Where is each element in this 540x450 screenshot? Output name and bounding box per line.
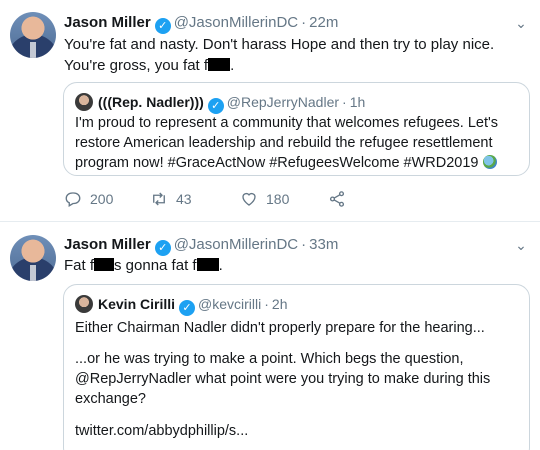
quoted-author-name: (((Rep. Nadler))): [98, 94, 204, 110]
author-name[interactable]: Jason Miller: [64, 236, 151, 253]
verified-badge-icon: ✓: [154, 18, 171, 34]
globe-emoji-icon: [482, 155, 497, 169]
redaction-bar: [94, 258, 115, 271]
tweet-2[interactable]: Jason Miller ✓ @JasonMillerinDC · 33m ⌄ Fat …: [0, 223, 540, 450]
tweet-text-part: You're fat and nasty. Don't harass Hope …: [64, 36, 495, 74]
redaction-bar: [208, 58, 231, 71]
like-button[interactable]: 180: [240, 189, 289, 209]
retweet-button[interactable]: 43: [150, 189, 192, 209]
timestamp[interactable]: 33m: [309, 236, 338, 253]
quoted-tweet[interactable]: Kevin Cirilli ✓ @kevcirilli · 2h Either Chai…: [63, 284, 530, 450]
reply-count: 200: [90, 191, 114, 207]
separator: ·: [301, 14, 307, 31]
verified-badge-icon: ✓: [207, 98, 224, 114]
tweet-actions: 200 43 180: [64, 189, 530, 209]
chevron-down-icon[interactable]: ⌄: [514, 238, 528, 252]
tweet-text: You're fat and nasty. Don't harass Hope …: [64, 34, 530, 76]
timestamp[interactable]: 22m: [309, 14, 338, 31]
tweet-header: Jason Miller ✓ @JasonMillerinDC · 22m: [64, 14, 338, 34]
quoted-author-handle: @kevcirilli: [198, 296, 262, 312]
quoted-tweet-header: (((Rep. Nadler))) ✓ @RepJerryNadler · 1h: [75, 93, 365, 114]
quoted-timestamp: 2h: [271, 296, 288, 312]
separator: ·: [264, 296, 269, 312]
reply-icon: [65, 192, 81, 207]
retweet-icon: [153, 192, 165, 206]
avatar[interactable]: [10, 235, 56, 281]
like-icon: [242, 192, 256, 206]
verified-badge-icon: ✓: [154, 240, 171, 256]
quoted-avatar: [75, 295, 93, 313]
reply-button[interactable]: 200: [64, 189, 113, 209]
quoted-tweet-text: I'm proud to represent a community that …: [75, 113, 520, 173]
quoted-paragraph-2: ...or he was trying to make a point. Whi…: [75, 351, 491, 407]
share-icon: [329, 191, 345, 207]
tweet-text-part: .: [230, 57, 235, 74]
quoted-tweet[interactable]: (((Rep. Nadler))) ✓ @RepJerryNadler · 1h I'm…: [63, 82, 530, 176]
redaction-bar: [196, 258, 219, 271]
quoted-text: I'm proud to represent a community that …: [75, 115, 499, 171]
quoted-author-name: Kevin Cirilli: [98, 296, 176, 312]
author-name[interactable]: Jason Miller: [64, 14, 151, 31]
verified-badge-icon: ✓: [179, 300, 196, 316]
quoted-author-handle: @RepJerryNadler: [226, 94, 340, 110]
separator: ·: [342, 94, 347, 110]
quoted-timestamp: 1h: [349, 94, 366, 110]
tweet-text-part: s gonna fat f: [114, 257, 197, 274]
quoted-tweet-header: Kevin Cirilli ✓ @kevcirilli · 2h: [75, 295, 288, 316]
chevron-down-icon[interactable]: ⌄: [514, 16, 528, 30]
tweet-text: Fat f s gonna fat f.: [64, 255, 530, 276]
tweet-text-part: Fat f: [64, 257, 95, 274]
quoted-link[interactable]: twitter.com/abbydphillip/s...: [75, 421, 520, 441]
separator: ·: [301, 236, 307, 253]
share-button[interactable]: [328, 189, 354, 209]
tweet-1[interactable]: Jason Miller ✓ @JasonMillerinDC · 22m ⌄ You'…: [0, 0, 540, 222]
avatar[interactable]: [10, 12, 56, 58]
like-count: 180: [266, 191, 290, 207]
retweet-count: 43: [176, 191, 192, 207]
quoted-avatar: [75, 93, 93, 111]
tweet-text-part: .: [218, 257, 223, 274]
author-handle[interactable]: @JasonMillerinDC: [174, 14, 298, 31]
tweet-header: Jason Miller ✓ @JasonMillerinDC · 33m: [64, 236, 338, 256]
author-handle[interactable]: @JasonMillerinDC: [174, 236, 298, 253]
quoted-paragraph-1: Either Chairman Nadler didn't properly p…: [75, 320, 485, 336]
